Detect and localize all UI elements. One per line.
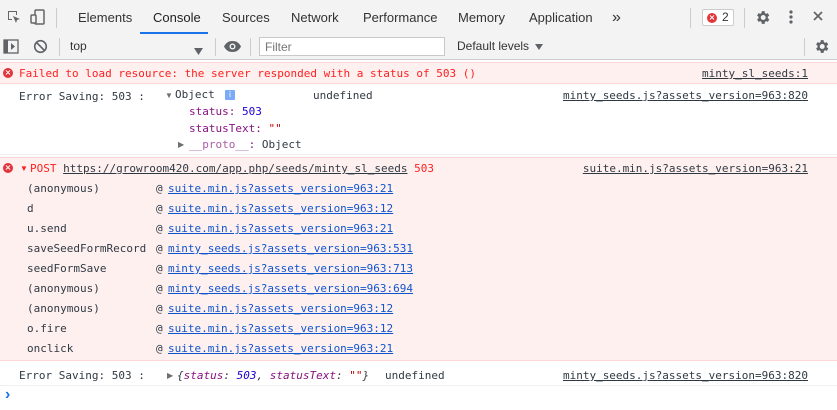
log-prefix: Error Saving: 503 :	[19, 90, 145, 103]
stack-frame-at: @	[156, 182, 163, 195]
error-icon: ×	[3, 68, 13, 78]
object-preview[interactable]: {status: 503, statusText: ""}	[177, 369, 369, 382]
tab-console[interactable]: Console	[153, 0, 201, 35]
tab-application[interactable]: Application	[529, 0, 593, 35]
error-icon: ×	[707, 13, 717, 23]
collapsed-triangle-icon[interactable]: ▶	[178, 140, 184, 149]
source-link[interactable]: minty_seeds.js?assets_version=963:820	[563, 89, 808, 102]
sidebar-toggle-icon[interactable]	[3, 39, 19, 57]
toolbar-divider	[215, 38, 216, 56]
stack-frame-at: @	[156, 342, 163, 355]
error-text: Failed to load resource: the server resp…	[19, 67, 476, 80]
inspect-element-icon[interactable]	[6, 9, 22, 28]
toolbar-divider	[804, 38, 805, 56]
active-tab-indicator	[140, 32, 208, 34]
console-log-message: Error Saving: 503 : ▼ Object i undefined…	[0, 85, 837, 155]
clear-console-icon[interactable]	[33, 39, 48, 57]
info-icon: i	[225, 90, 235, 100]
object-label[interactable]: Object	[175, 88, 215, 101]
close-devtools-icon[interactable]	[812, 10, 824, 25]
error-icon: ×	[3, 163, 13, 173]
object-property: status: 503	[189, 105, 262, 118]
tab-sources[interactable]: Sources	[222, 0, 270, 35]
tab-network[interactable]: Network	[291, 0, 339, 35]
device-toolbar-icon[interactable]	[30, 9, 46, 28]
undefined-value: undefined	[385, 369, 445, 382]
stack-frame-link[interactable]: suite.min.js?assets_version=963:21	[168, 222, 393, 235]
log-prefix: Error Saving: 503 :	[19, 369, 145, 382]
stack-frame-link[interactable]: minty_seeds.js?assets_version=963:531	[168, 242, 413, 255]
console-log-message: Error Saving: 503 : ▶ {status: 503, stat…	[0, 364, 837, 386]
chevron-down-icon	[535, 37, 544, 56]
stack-frame-at: @	[156, 202, 163, 215]
source-link[interactable]: minty_seeds.js?assets_version=963:820	[563, 369, 808, 382]
stack-frame-link[interactable]: suite.min.js?assets_version=963:12	[168, 322, 393, 335]
stack-frame-link[interactable]: suite.min.js?assets_version=963:12	[168, 302, 393, 315]
toolbar-divider	[250, 38, 251, 56]
error-counter[interactable]: × 2	[702, 9, 734, 26]
context-selector[interactable]: top	[66, 37, 211, 56]
tab-memory[interactable]: Memory	[458, 0, 505, 35]
stack-frame-function: onclick	[27, 342, 74, 355]
log-levels-dropdown[interactable]: Default levels	[457, 37, 544, 56]
stack-frame-link[interactable]: minty_seeds.js?assets_version=963:694	[168, 282, 413, 295]
stack-frame-function: seedFormSave	[27, 262, 107, 275]
stack-frame-at: @	[156, 262, 163, 275]
devtools-tab-bar: Elements Console Sources Network Perform…	[0, 0, 837, 36]
stack-frame-at: @	[156, 222, 163, 235]
tab-performance[interactable]: Performance	[363, 0, 437, 35]
stack-frame-link[interactable]: minty_seeds.js?assets_version=963:713	[168, 262, 413, 275]
toolbar-divider	[744, 8, 745, 28]
stack-frame-at: @	[156, 282, 163, 295]
console-toolbar: top Default levels	[0, 35, 837, 60]
stack-frame-function: o.fire	[27, 322, 67, 335]
stack-frame-link[interactable]: suite.min.js?assets_version=963:21	[168, 342, 393, 355]
source-link[interactable]: minty_sl_seeds:1	[702, 67, 808, 80]
toolbar-divider	[690, 8, 691, 28]
post-request-line: POST https://growroom420.com/app.php/see…	[30, 162, 434, 175]
stack-frame-function: saveSeedFormRecord	[27, 242, 147, 255]
eye-icon[interactable]	[223, 40, 242, 56]
undefined-value: undefined	[313, 89, 373, 102]
request-url-link[interactable]: https://growroom420.com/app.php/seeds/mi…	[63, 162, 407, 175]
stack-frame-at: @	[156, 302, 163, 315]
more-tabs-button[interactable]: »	[612, 0, 621, 35]
toolbar-divider	[59, 38, 60, 56]
context-value: top	[70, 39, 87, 53]
source-link[interactable]: suite.min.js?assets_version=963:21	[583, 162, 808, 175]
expanded-triangle-icon[interactable]: ▼	[165, 91, 173, 100]
log-levels-label: Default levels	[457, 39, 530, 53]
console-settings-gear-icon[interactable]	[813, 38, 830, 58]
console-prompt[interactable]: ›	[5, 386, 10, 404]
filter-input[interactable]	[259, 37, 445, 56]
stack-frame-at: @	[156, 322, 163, 335]
collapsed-triangle-icon[interactable]: ▶	[167, 371, 173, 380]
tab-elements[interactable]: Elements	[78, 0, 132, 35]
error-count-value: 2	[722, 10, 729, 24]
stack-frame-at: @	[156, 242, 163, 255]
stack-frame-function: (anonymous)	[27, 302, 100, 315]
more-options-icon[interactable]	[788, 9, 794, 28]
stack-frame-function: (anonymous)	[27, 282, 100, 295]
proto-property[interactable]: __proto__: Object	[189, 138, 302, 151]
stack-frame-link[interactable]: suite.min.js?assets_version=963:21	[168, 182, 393, 195]
tab-divider	[56, 8, 57, 28]
console-error-message: × Failed to load resource: the server re…	[0, 62, 837, 84]
console-error-message: × ▼ POST https://growroom420.com/app.php…	[0, 157, 837, 361]
object-property: statusText: ""	[189, 122, 282, 135]
stack-frame-function: (anonymous)	[27, 182, 100, 195]
stack-frame-link[interactable]: suite.min.js?assets_version=963:12	[168, 202, 393, 215]
settings-gear-icon[interactable]	[754, 9, 771, 29]
expanded-triangle-icon[interactable]: ▼	[20, 164, 28, 173]
stack-frame-function: u.send	[27, 222, 67, 235]
stack-frame-function: d	[27, 202, 34, 215]
chevron-down-icon	[194, 43, 203, 58]
